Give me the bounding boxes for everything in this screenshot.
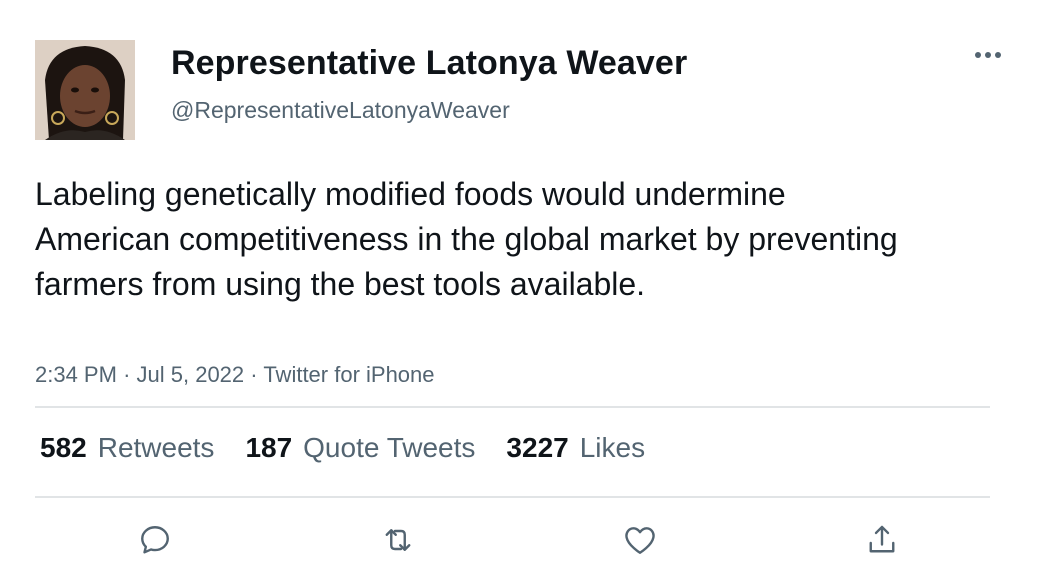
author-handle[interactable]: @RepresentativeLatonyaWeaver [171,97,510,124]
retweets-stat[interactable]: 582 Retweets [40,432,214,464]
tweet-card: Representative Latonya Weaver @Represent… [0,0,1050,570]
tweet-date[interactable]: Jul 5, 2022 [137,362,245,387]
divider [35,496,990,498]
more-icon [975,52,1001,58]
avatar[interactable] [35,40,135,140]
quote-tweets-stat[interactable]: 187 Quote Tweets [245,432,475,464]
likes-stat[interactable]: 3227 Likes [506,432,645,464]
author-display-name[interactable]: Representative Latonya Weaver [171,44,687,83]
reply-button[interactable] [133,518,177,562]
tweet-time[interactable]: 2:34 PM [35,362,117,387]
likes-label: Likes [579,432,646,463]
tweet-source[interactable]: Twitter for iPhone [263,362,434,387]
quote-tweets-label: Quote Tweets [303,432,476,463]
engagement-stats: 582 Retweets 187 Quote Tweets 3227 Likes [40,432,676,464]
quote-tweets-count: 187 [245,432,293,463]
like-icon [625,527,655,554]
retweets-count: 582 [40,432,87,463]
retweet-icon [385,529,411,551]
tweet-text: Labeling genetically modified foods woul… [35,176,898,302]
like-button[interactable] [618,518,662,562]
retweets-label: Retweets [97,432,215,463]
share-button[interactable] [860,518,904,562]
meta-separator: · [250,362,258,387]
profile-photo-icon [35,40,135,140]
reply-icon [141,526,169,554]
likes-count: 3227 [506,432,569,463]
divider [35,406,990,408]
share-icon [869,525,895,553]
retweet-button[interactable] [376,518,420,562]
tweet-metadata: 2:34 PM · Jul 5, 2022 · Twitter for iPho… [35,362,435,388]
more-options-button[interactable] [968,40,1008,70]
